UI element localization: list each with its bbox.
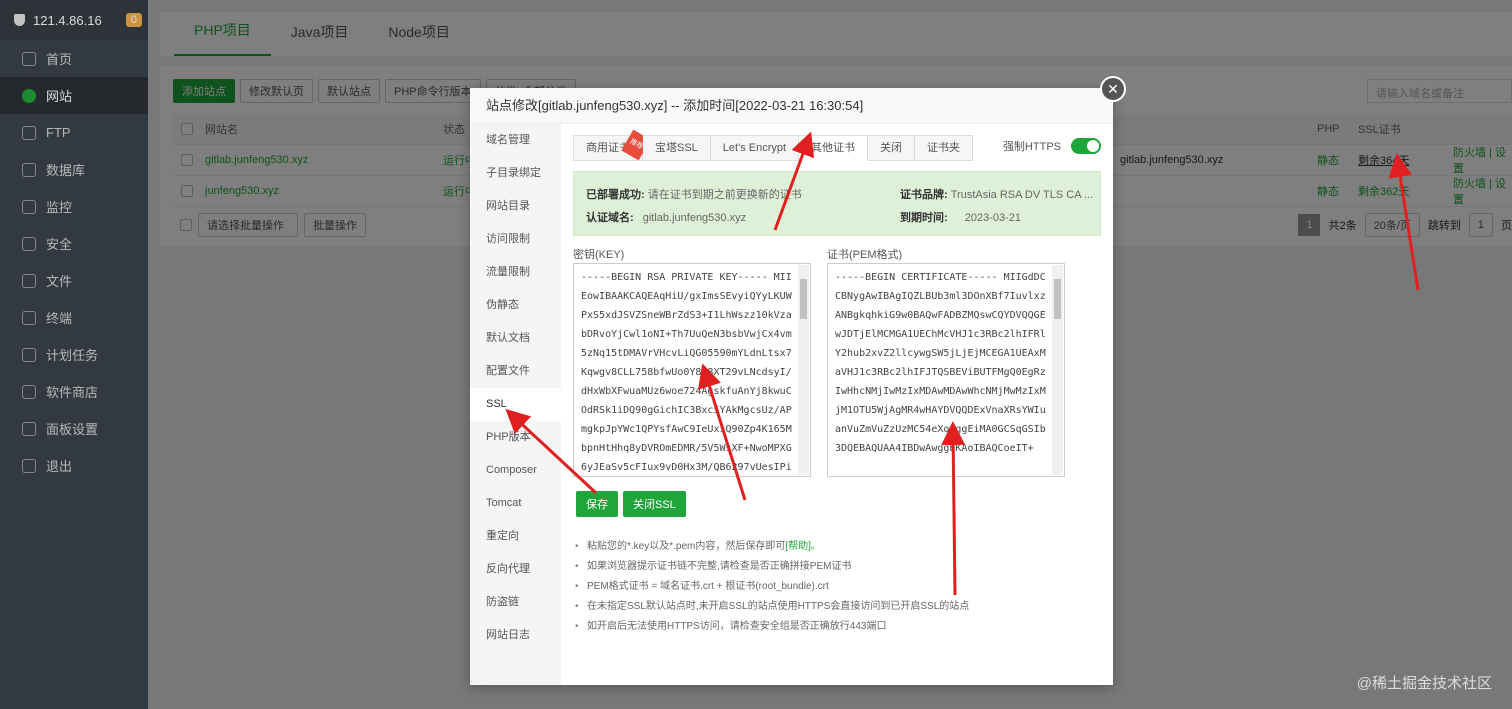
menu-config-file[interactable]: 配置文件 [470, 355, 561, 388]
cert-expiry: 到期时间: 2023-03-21 [900, 209, 1021, 225]
brand-value: TrustAsia RSA DV TLS CA ... [950, 189, 1094, 201]
menu-reverse-proxy[interactable]: 反向代理 [470, 553, 561, 586]
site-edit-modal: 站点修改[gitlab.junfeng530.xyz] -- 添加时间[2022… [470, 76, 1126, 685]
menu-composer[interactable]: Composer [470, 454, 561, 487]
menu-tomcat[interactable]: Tomcat [470, 487, 561, 520]
modal-title: 站点修改[gitlab.junfeng530.xyz] -- 添加时间[2022… [470, 88, 1113, 124]
menu-ssl[interactable]: SSL [470, 388, 561, 421]
tab-close[interactable]: 关闭 [868, 135, 916, 161]
cert-text: -----BEGIN CERTIFICATE----- MIIGdDCCBNyg… [835, 272, 1046, 454]
menu-redirect[interactable]: 重定向 [470, 520, 561, 553]
cert-domain: 认证域名: gitlab.junfeng530.xyz [586, 209, 746, 225]
sidebar-overlay [0, 0, 148, 709]
watermark: @稀土掘金技术社区 [1356, 675, 1492, 692]
tips-list: 粘贴您的*.key以及*.pem内容，然后保存即可[帮助]。 如果浏览器提示证书… [573, 537, 1093, 637]
ssl-panel: 商用证书 推荐 宝塔SSL Let's Encrypt 其他证书 关闭 证书夹 强… [561, 124, 1113, 685]
modal-menu: 域名管理 子目录绑定 网站目录 访问限制 流量限制 伪静态 默认文档 配置文件 … [470, 124, 561, 685]
deployed-text: 请在证书到期之前更换新的证书 [647, 189, 802, 201]
brand-label: 证书品牌: [900, 189, 948, 201]
ssl-tabs: 商用证书 推荐 宝塔SSL Let's Encrypt 其他证书 关闭 证书夹 [573, 129, 974, 161]
menu-php-version[interactable]: PHP版本 [470, 421, 561, 454]
tip-item: 粘贴您的*.key以及*.pem内容，然后保存即可[帮助]。 [573, 537, 1093, 557]
cert-label: 证书(PEM格式) [827, 249, 903, 261]
menu-rewrite[interactable]: 伪静态 [470, 289, 561, 322]
menu-hotlink[interactable]: 防盗链 [470, 586, 561, 619]
menu-domain[interactable]: 域名管理 [470, 124, 561, 157]
tab-commercial-cert[interactable]: 商用证书 推荐 [573, 129, 651, 161]
tip-item: 在未指定SSL默认站点时,未开启SSL的站点使用HTTPS会直接访问到已开启SS… [573, 597, 1093, 617]
menu-traffic-limit[interactable]: 流量限制 [470, 256, 561, 289]
deployed-label: 已部署成功: [586, 189, 645, 201]
expiry-label: 到期时间: [900, 212, 948, 224]
deployed-status: 已部署成功: 请在证书到期之前更换新的证书 [586, 186, 802, 202]
cert-brand: 证书品牌: TrustAsia RSA DV TLS CA ... [900, 186, 1093, 202]
close-ssl-button[interactable]: 关闭SSL [623, 491, 686, 517]
tab-lets-encrypt[interactable]: Let's Encrypt [710, 135, 800, 161]
key-text: -----BEGIN RSA PRIVATE KEY----- MIIEowIB… [581, 272, 792, 473]
force-https: 强制HTTPS [1003, 138, 1101, 154]
menu-subdir[interactable]: 子目录绑定 [470, 157, 561, 190]
close-icon[interactable]: ✕ [1100, 76, 1126, 102]
domain-label: 认证域名: [586, 212, 634, 224]
tip-item: PEM格式证书 = 域名证书.crt + 根证书(root_bundle).cr… [573, 577, 1093, 597]
expiry-value: 2023-03-21 [964, 212, 1022, 224]
tip-text: 粘贴您的*.key以及*.pem内容，然后保存即可 [587, 541, 786, 552]
domain-value: gitlab.junfeng530.xyz [642, 212, 747, 224]
menu-default-doc[interactable]: 默认文档 [470, 322, 561, 355]
cert-textarea[interactable]: -----BEGIN CERTIFICATE----- MIIGdDCCBNyg… [827, 263, 1065, 477]
tab-bt-ssl[interactable]: 宝塔SSL [643, 135, 711, 161]
tip-item: 如开启后无法使用HTTPS访问，请检查安全组是否正确放行443端口 [573, 617, 1093, 637]
menu-site-log[interactable]: 网站日志 [470, 619, 561, 652]
menu-access-limit[interactable]: 访问限制 [470, 223, 561, 256]
save-button[interactable]: 保存 [576, 491, 618, 517]
tip-item: 如果浏览器提示证书链不完整,请检查是否正确拼接PEM证书 [573, 557, 1093, 577]
cert-scrollbar[interactable] [1052, 265, 1063, 475]
tab-cert-folder[interactable]: 证书夹 [915, 135, 974, 161]
key-textarea[interactable]: -----BEGIN RSA PRIVATE KEY----- MIIEowIB… [573, 263, 811, 477]
force-https-label: 强制HTTPS [1002, 141, 1061, 153]
key-scrollbar[interactable] [798, 265, 809, 475]
cert-info-box: 已部署成功: 请在证书到期之前更换新的证书 认证域名: gitlab.junfe… [573, 171, 1101, 236]
tab-other-cert[interactable]: 其他证书 [799, 135, 869, 161]
key-label: 密钥(KEY) [573, 249, 625, 261]
help-link[interactable]: [帮助]。 [785, 541, 821, 552]
menu-site-dir[interactable]: 网站目录 [470, 190, 561, 223]
force-https-toggle[interactable] [1071, 138, 1101, 154]
